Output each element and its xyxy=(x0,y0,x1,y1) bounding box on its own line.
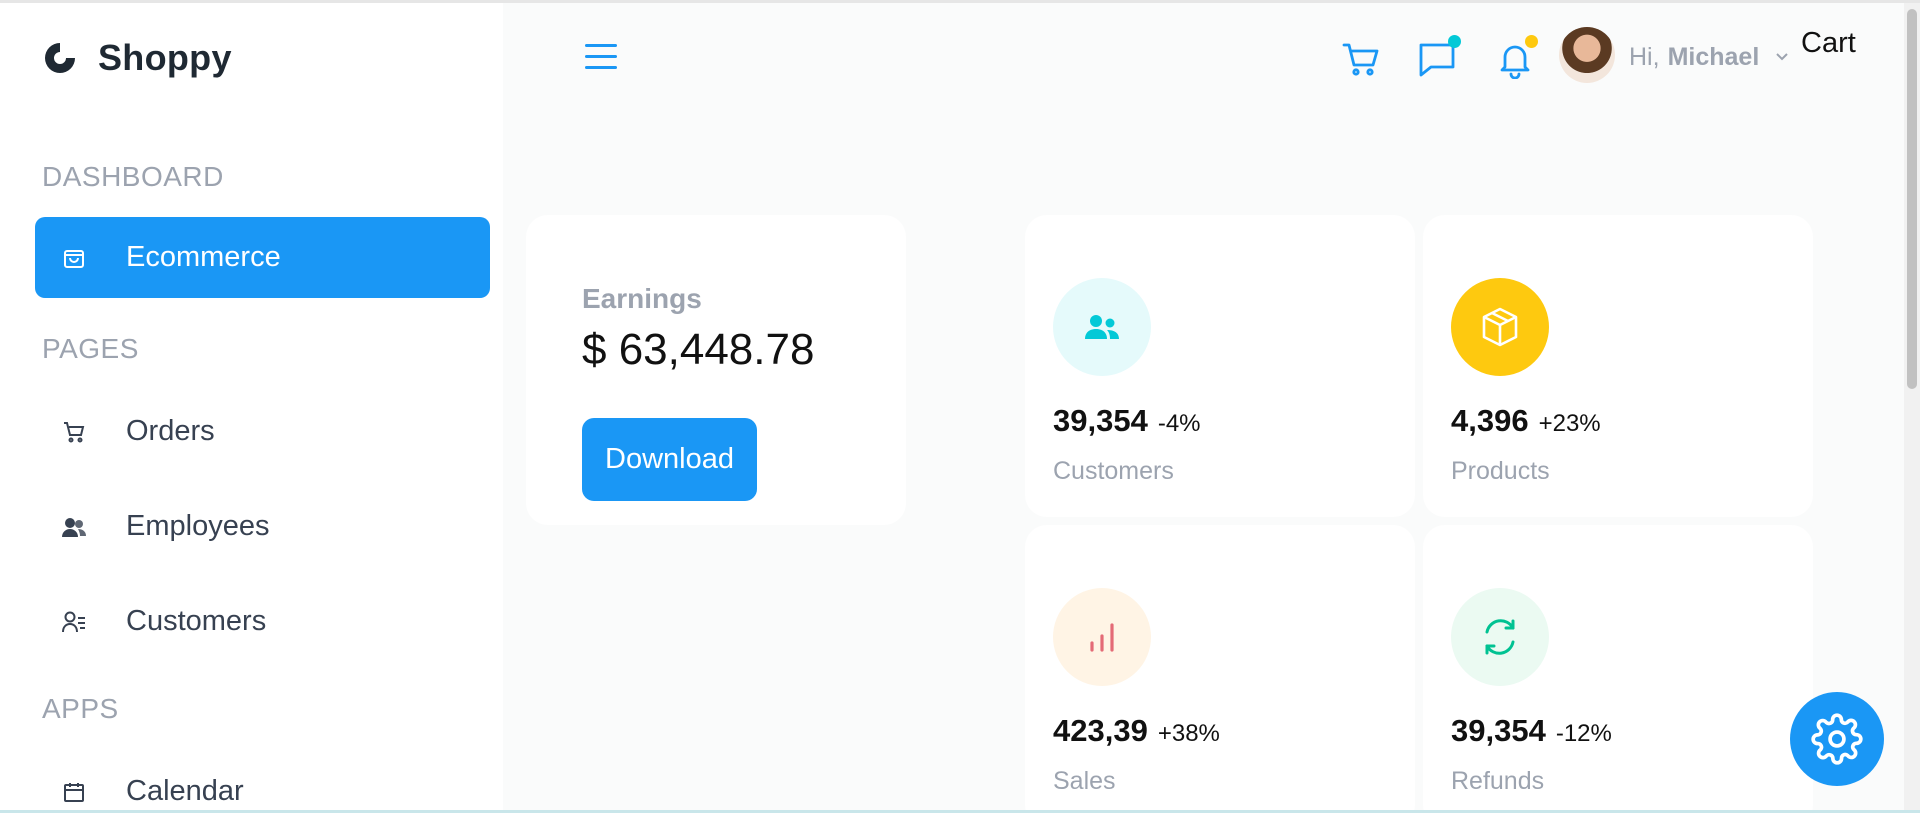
menu-icon[interactable] xyxy=(585,44,617,72)
calendar-icon xyxy=(61,779,87,805)
sidebar-item-ecommerce[interactable]: Ecommerce xyxy=(35,217,490,298)
stat-value: 39,354 -4% xyxy=(1053,403,1201,439)
users-icon[interactable] xyxy=(1053,278,1151,376)
greeting-prefix: Hi, xyxy=(1629,43,1660,71)
customers-icon xyxy=(61,609,87,635)
settings-button[interactable] xyxy=(1790,692,1884,786)
sidebar-item-customers[interactable]: Customers xyxy=(35,581,490,662)
earnings-value: $ 63,448.78 xyxy=(582,325,815,374)
stat-number: 4,396 xyxy=(1451,403,1529,438)
stat-value: 423,39 +38% xyxy=(1053,713,1220,749)
earnings-title: Earnings xyxy=(582,283,702,314)
gear-icon xyxy=(1811,713,1863,765)
stat-number: 39,354 xyxy=(1451,713,1546,748)
sidebar-item-label: Customers xyxy=(126,605,267,637)
cart-icon[interactable] xyxy=(1341,39,1381,79)
stat-change: +23% xyxy=(1538,410,1601,437)
sidebar-item-label: Orders xyxy=(126,415,215,447)
stat-card-sales: 423,39 +38% Sales xyxy=(1025,525,1415,813)
sidebar-item-orders[interactable]: Orders xyxy=(35,391,490,472)
avatar[interactable] xyxy=(1559,27,1615,83)
stat-card-customers: 39,354 -4% Customers xyxy=(1025,215,1415,517)
refresh-icon[interactable] xyxy=(1451,588,1549,686)
cart-label: Cart xyxy=(1801,27,1856,59)
chat-icon[interactable] xyxy=(1417,35,1461,79)
stat-change: +38% xyxy=(1157,720,1220,747)
box-icon[interactable] xyxy=(1451,278,1549,376)
user-name: Michael xyxy=(1667,43,1760,71)
section-title-dashboard: DASHBOARD xyxy=(42,161,224,192)
app-frame: Shoppy DASHBOARD Ecommerce PAGES Orders … xyxy=(0,0,1920,813)
scrollbar-thumb[interactable] xyxy=(1907,9,1917,389)
vertical-scrollbar[interactable] xyxy=(1904,3,1920,813)
shopping-bag-icon xyxy=(61,245,87,271)
stat-value: 4,396 +23% xyxy=(1451,403,1601,439)
chevron-down-icon[interactable] xyxy=(1773,47,1791,65)
cart-icon xyxy=(61,419,87,445)
stat-label: Customers xyxy=(1053,457,1174,485)
chat-notification-dot xyxy=(1448,35,1461,48)
stat-label: Refunds xyxy=(1451,767,1545,795)
bar-chart-icon[interactable] xyxy=(1053,588,1151,686)
sidebar: Shoppy DASHBOARD Ecommerce PAGES Orders … xyxy=(0,3,503,813)
earnings-card: Earnings $ 63,448.78 Download xyxy=(526,215,906,525)
brand-name: Shoppy xyxy=(98,37,232,78)
bell-icon[interactable] xyxy=(1495,35,1538,80)
brand-logo-icon xyxy=(45,43,75,73)
sidebar-item-label: Employees xyxy=(126,510,270,542)
stat-label: Products xyxy=(1451,457,1550,485)
sidebar-item-label: Calendar xyxy=(126,775,244,807)
stat-change: -12% xyxy=(1555,720,1612,747)
download-button[interactable]: Download xyxy=(582,418,757,501)
sidebar-item-label: Ecommerce xyxy=(126,241,281,273)
stat-number: 39,354 xyxy=(1053,403,1148,438)
stat-change: -4% xyxy=(1157,410,1201,437)
section-title-pages: PAGES xyxy=(42,333,139,364)
employees-icon xyxy=(61,514,87,540)
stat-card-products: 4,396 +23% Products xyxy=(1423,215,1813,517)
sidebar-item-calendar[interactable]: Calendar xyxy=(35,751,490,813)
stat-number: 423,39 xyxy=(1053,713,1148,748)
brand[interactable]: Shoppy xyxy=(42,37,232,79)
stat-card-refunds: 39,354 -12% Refunds xyxy=(1423,525,1813,813)
stat-value: 39,354 -12% xyxy=(1451,713,1612,749)
stat-label: Sales xyxy=(1053,767,1116,795)
bell-notification-dot xyxy=(1525,35,1538,48)
user-greeting[interactable]: Hi, Michael xyxy=(1629,43,1759,72)
main-content: Hi, Michael Cart Earnings $ 63,448.78 Dow… xyxy=(503,3,1920,813)
section-title-apps: APPS xyxy=(42,693,119,724)
sidebar-item-employees[interactable]: Employees xyxy=(35,486,490,567)
